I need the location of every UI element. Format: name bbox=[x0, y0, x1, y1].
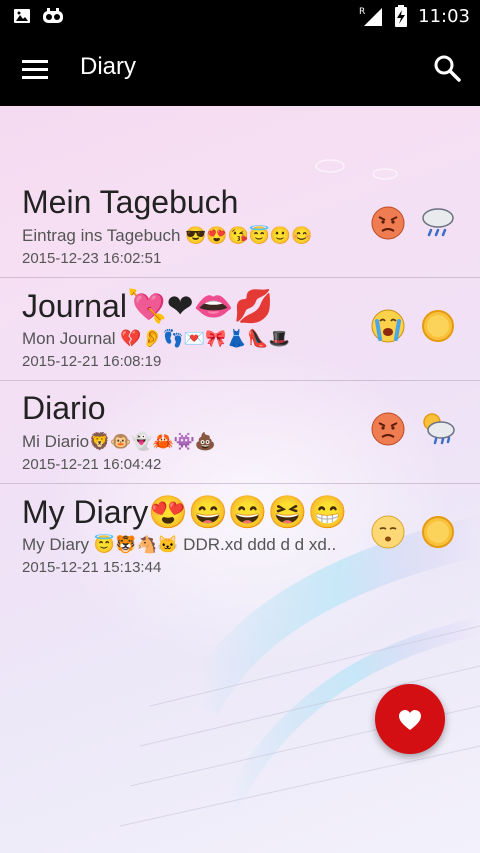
entry-title: Diario bbox=[22, 390, 106, 426]
menu-icon[interactable] bbox=[22, 55, 52, 85]
diary-entry[interactable]: My Diary😍😄😄😆😁 My Diary 😇🐯🐴🐱 DDR.xd ddd d… bbox=[0, 483, 480, 586]
network-label: R bbox=[359, 7, 365, 17]
page-title: Diary bbox=[80, 53, 137, 80]
image-notification-icon bbox=[14, 9, 30, 23]
status-right: R 11:03 bbox=[358, 5, 470, 27]
app-bar: Diary bbox=[0, 33, 480, 106]
angry-face-icon bbox=[371, 412, 405, 446]
angry-face-icon bbox=[371, 206, 405, 240]
entry-title: Journal💘❤👄💋 bbox=[22, 288, 274, 324]
crying-face-icon bbox=[371, 309, 405, 343]
cloud-rain-sun-icon bbox=[423, 413, 455, 445]
entry-subtitle: Mi Diario🦁🐵👻🦀👾💩 bbox=[22, 432, 217, 451]
entry-title: Mein Tagebuch bbox=[22, 184, 239, 220]
sun-icon bbox=[422, 310, 454, 342]
notification-icons bbox=[12, 6, 64, 26]
diary-entry[interactable]: Mein Tagebuch Eintrag ins Tagebuch 😎😍😘😇🙂… bbox=[0, 174, 480, 278]
entry-subtitle: Mon Journal 💔👂👣💌🎀👗👠🎩 bbox=[22, 329, 290, 348]
entry-subtitle: Eintrag ins Tagebuch 😎😍😘😇🙂😊 bbox=[22, 226, 313, 245]
clock: 11:03 bbox=[418, 5, 470, 27]
diary-entry[interactable]: Journal💘❤👄💋 Mon Journal 💔👂👣💌🎀👗👠🎩 2015-12… bbox=[0, 277, 480, 381]
sun-icon bbox=[422, 516, 454, 548]
search-icon[interactable] bbox=[432, 53, 462, 83]
entry-date: 2015-12-21 16:08:19 bbox=[22, 353, 162, 370]
entry-subtitle: My Diary 😇🐯🐴🐱 DDR.xd ddd d d xd.. bbox=[22, 535, 337, 554]
entry-title: My Diary😍😄😄😆😁 bbox=[22, 494, 348, 530]
diary-entry[interactable]: Diario Mi Diario🦁🐵👻🦀👾💩 2015-12-21 16:04:… bbox=[0, 380, 480, 484]
battery-charging-icon bbox=[395, 5, 408, 27]
sleepy-face-icon bbox=[371, 515, 405, 549]
game-notification-icon bbox=[43, 8, 63, 23]
heart-icon bbox=[399, 710, 421, 730]
rain-cloud-icon bbox=[422, 208, 454, 237]
entry-date: 2015-12-21 15:13:44 bbox=[22, 559, 162, 576]
entry-date: 2015-12-21 16:04:42 bbox=[22, 456, 162, 473]
add-entry-button[interactable] bbox=[375, 684, 445, 754]
status-bar: R 11:03 bbox=[0, 0, 480, 33]
entry-date: 2015-12-23 16:02:51 bbox=[22, 250, 162, 267]
signal-icon: R bbox=[359, 7, 383, 26]
